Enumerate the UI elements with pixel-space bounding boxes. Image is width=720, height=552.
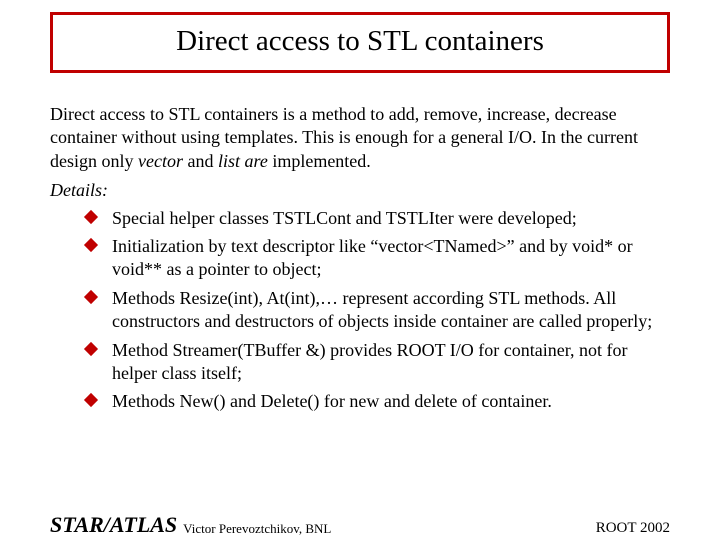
page-title: Direct access to STL containers <box>53 25 667 58</box>
intro-text-2: and <box>183 151 218 171</box>
footer-left: STAR/ATLAS Victor Perevoztchikov, BNL <box>50 512 331 538</box>
author-label: Victor Perevoztchikov, BNL <box>183 521 331 537</box>
list-item: Method Streamer(TBuffer &) provides ROOT… <box>86 339 670 386</box>
bullet-text: Methods New() and Delete() for new and d… <box>112 391 552 411</box>
intro-paragraph: Direct access to STL containers is a met… <box>50 103 670 173</box>
list-item: Initialization by text descriptor like “… <box>86 235 670 282</box>
footer: STAR/ATLAS Victor Perevoztchikov, BNL RO… <box>50 512 670 538</box>
content-area: Direct access to STL containers is a met… <box>50 103 670 414</box>
list-item: Special helper classes TSTLCont and TSTL… <box>86 207 670 230</box>
intro-em-list: list are <box>218 151 268 171</box>
intro-text-3: implemented. <box>268 151 371 171</box>
list-item: Methods Resize(int), At(int),… represent… <box>86 287 670 334</box>
bullet-list: Special helper classes TSTLCont and TSTL… <box>50 207 670 414</box>
intro-em-vector: vector <box>138 151 183 171</box>
diamond-bullet-icon <box>84 393 98 407</box>
bullet-text: Initialization by text descriptor like “… <box>112 236 633 279</box>
list-item: Methods New() and Delete() for new and d… <box>86 390 670 413</box>
diamond-bullet-icon <box>84 238 98 252</box>
bullet-text: Special helper classes TSTLCont and TSTL… <box>112 208 577 228</box>
bullet-text: Methods Resize(int), At(int),… represent… <box>112 288 652 331</box>
title-box: Direct access to STL containers <box>50 12 670 73</box>
diamond-bullet-icon <box>84 209 98 223</box>
bullet-text: Method Streamer(TBuffer &) provides ROOT… <box>112 340 627 383</box>
conference-label: ROOT 2002 <box>596 520 670 537</box>
diamond-bullet-icon <box>84 290 98 304</box>
diamond-bullet-icon <box>84 341 98 355</box>
brand-label: STAR/ATLAS <box>50 512 177 538</box>
details-label: Details: <box>50 179 670 202</box>
